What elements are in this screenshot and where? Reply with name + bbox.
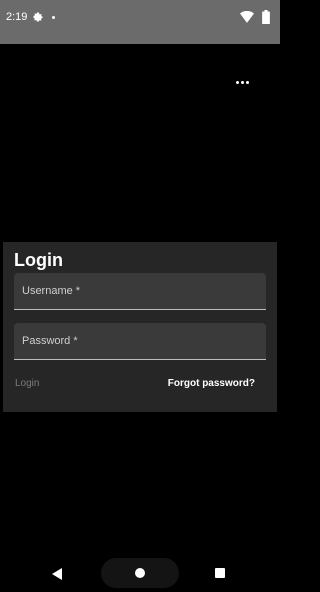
dot-icon [52, 16, 55, 19]
login-title: Login [14, 250, 63, 270]
more-options-button[interactable] [228, 70, 256, 94]
battery-icon [262, 10, 270, 24]
recents-icon[interactable] [215, 568, 225, 578]
password-field[interactable]: Password * [14, 323, 266, 360]
status-time: 2:19 [6, 11, 28, 23]
more-horizontal-icon-dot [245, 80, 249, 84]
login-card: Login Username * Password * Login Forgot… [3, 242, 277, 412]
password-label: Password * [22, 335, 78, 347]
forgot-password-link[interactable]: Forgot password? [168, 378, 255, 389]
navigation-bar [0, 552, 280, 592]
status-bar: 2:19 [0, 0, 280, 44]
wifi-icon [240, 11, 254, 23]
gear-icon [33, 12, 43, 22]
more-horizontal-icon-dot [240, 80, 244, 84]
username-field[interactable]: Username * [14, 273, 266, 310]
home-icon[interactable] [135, 568, 145, 578]
username-label: Username * [22, 285, 81, 297]
more-horizontal-icon [235, 80, 239, 84]
back-icon[interactable] [52, 568, 62, 580]
login-button[interactable]: Login [15, 378, 39, 389]
